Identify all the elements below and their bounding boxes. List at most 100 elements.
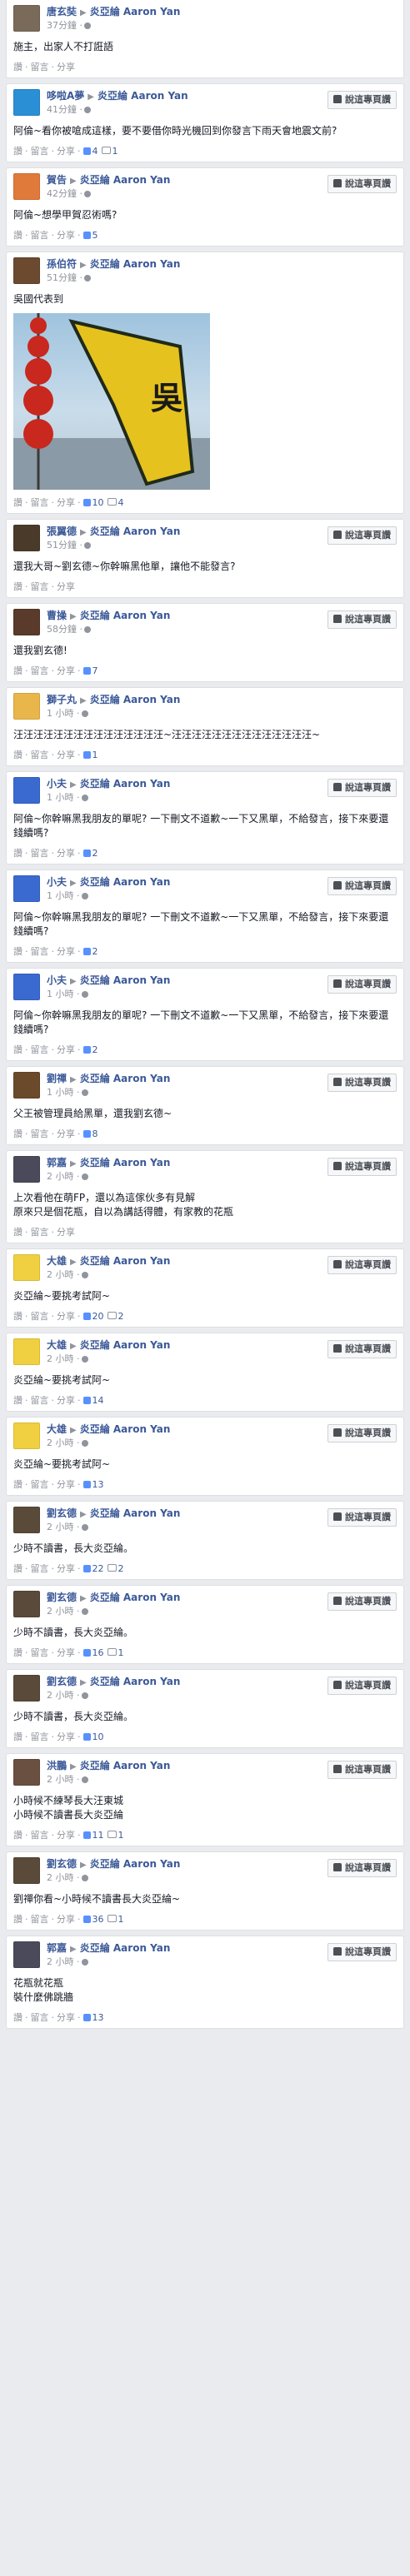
post-author[interactable]: 劉玄德	[47, 1592, 77, 1603]
share-link[interactable]: 分享	[57, 1563, 75, 1574]
avatar[interactable]	[13, 777, 40, 804]
share-link[interactable]: 分享	[57, 1731, 75, 1742]
post-target-page[interactable]: 炎亞綸 Aaron Yan	[80, 1760, 171, 1771]
avatar[interactable]	[13, 525, 40, 551]
comment-link[interactable]: 留言	[31, 946, 49, 957]
post-stats[interactable]: · 16 1	[75, 1647, 124, 1658]
post-author[interactable]: 獅子丸	[47, 694, 77, 705]
post-timestamp[interactable]: 2 小時	[47, 1774, 74, 1785]
like-link[interactable]: 讚	[13, 1395, 22, 1406]
post-target-page[interactable]: 炎亞綸 Aaron Yan	[80, 778, 171, 790]
post-timestamp[interactable]: 2 小時	[47, 1171, 74, 1182]
avatar[interactable]	[13, 1072, 40, 1099]
post-timestamp[interactable]: 2 小時	[47, 1956, 74, 1967]
post-author[interactable]: 劉禪	[47, 1073, 67, 1084]
share-link[interactable]: 分享	[57, 750, 75, 760]
comment-link[interactable]: 留言	[31, 1479, 49, 1490]
comment-link[interactable]: 留言	[31, 1395, 49, 1406]
share-link[interactable]: 分享	[57, 62, 75, 72]
post-author[interactable]: 唐玄奘	[47, 6, 77, 17]
post-target-page[interactable]: 炎亞綸 Aaron Yan	[90, 6, 181, 17]
post-timestamp[interactable]: 37分鐘	[47, 20, 77, 31]
post-timestamp[interactable]: 51分鐘	[47, 272, 77, 283]
post-author[interactable]: 小夫	[47, 778, 67, 790]
share-link[interactable]: 分享	[57, 1647, 75, 1658]
post-author[interactable]: 大雄	[47, 1423, 67, 1435]
post-stats[interactable]: · 36 1	[75, 1914, 124, 1925]
post-target-page[interactable]: 炎亞綸 Aaron Yan	[90, 1507, 181, 1519]
like-link[interactable]: 讚	[13, 1227, 22, 1238]
avatar[interactable]	[13, 974, 40, 1000]
post-stats[interactable]: · 10	[75, 1731, 104, 1742]
like-link[interactable]: 讚	[13, 2012, 22, 2023]
post-stats[interactable]: · 14	[75, 1395, 104, 1406]
post-stats[interactable]: · 22 2	[75, 1563, 124, 1574]
share-link[interactable]: 分享	[57, 146, 75, 157]
like-link[interactable]: 讚	[13, 1479, 22, 1490]
post-author[interactable]: 劉玄德	[47, 1507, 77, 1519]
post-target-page[interactable]: 炎亞綸 Aaron Yan	[90, 694, 181, 705]
post-target-page[interactable]: 炎亞綸 Aaron Yan	[80, 1423, 171, 1435]
avatar[interactable]	[13, 1941, 40, 1968]
page-like-button[interactable]: 說這專頁讚	[328, 610, 397, 629]
post-target-page[interactable]: 炎亞綸 Aaron Yan	[80, 1255, 171, 1267]
share-link[interactable]: 分享	[57, 230, 75, 241]
comment-link[interactable]: 留言	[31, 1563, 49, 1574]
page-like-button[interactable]: 說這專頁讚	[328, 526, 397, 545]
page-like-button[interactable]: 說這專頁讚	[328, 175, 397, 193]
post-timestamp[interactable]: 42分鐘	[47, 188, 77, 199]
post-stats[interactable]: · 20 2	[75, 1311, 124, 1322]
page-like-button[interactable]: 說這專頁讚	[328, 1256, 397, 1274]
page-like-button[interactable]: 說這專頁讚	[328, 1943, 397, 1961]
page-like-button[interactable]: 說這專頁讚	[328, 877, 397, 895]
post-timestamp[interactable]: 2 小時	[47, 1690, 74, 1701]
post-photo[interactable]: 吳	[13, 313, 210, 490]
post-author[interactable]: 劉玄德	[47, 1676, 77, 1687]
share-link[interactable]: 分享	[57, 1830, 75, 1841]
post-target-page[interactable]: 炎亞綸 Aaron Yan	[90, 1592, 181, 1603]
page-like-button[interactable]: 說這專頁讚	[328, 1074, 397, 1092]
share-link[interactable]: 分享	[57, 1129, 75, 1139]
post-author[interactable]: 洪鵬	[47, 1760, 67, 1771]
like-link[interactable]: 讚	[13, 1563, 22, 1574]
share-link[interactable]: 分享	[57, 848, 75, 859]
share-link[interactable]: 分享	[57, 1311, 75, 1322]
comment-link[interactable]: 留言	[31, 1311, 49, 1322]
post-timestamp[interactable]: 1 小時	[47, 708, 74, 719]
like-link[interactable]: 讚	[13, 1311, 22, 1322]
comment-link[interactable]: 留言	[31, 1129, 49, 1139]
post-timestamp[interactable]: 2 小時	[47, 1522, 74, 1532]
share-link[interactable]: 分享	[57, 1227, 75, 1238]
comment-link[interactable]: 留言	[31, 581, 49, 592]
comment-link[interactable]: 留言	[31, 230, 49, 241]
like-link[interactable]: 讚	[13, 1044, 22, 1055]
avatar[interactable]	[13, 1759, 40, 1786]
post-target-page[interactable]: 炎亞綸 Aaron Yan	[80, 974, 171, 986]
comment-link[interactable]: 留言	[31, 2012, 49, 2023]
comment-link[interactable]: 留言	[31, 1830, 49, 1841]
post-author[interactable]: 劉玄德	[47, 1858, 77, 1870]
like-link[interactable]: 讚	[13, 497, 22, 508]
share-link[interactable]: 分享	[57, 1479, 75, 1490]
like-link[interactable]: 讚	[13, 848, 22, 859]
comment-link[interactable]: 留言	[31, 1731, 49, 1742]
avatar[interactable]	[13, 1675, 40, 1702]
comment-link[interactable]: 留言	[31, 848, 49, 859]
post-stats[interactable]: · 11 1	[75, 1830, 124, 1841]
share-link[interactable]: 分享	[57, 946, 75, 957]
page-like-button[interactable]: 說這專頁讚	[328, 1592, 397, 1611]
post-target-page[interactable]: 炎亞綸 Aaron Yan	[90, 526, 181, 537]
comment-link[interactable]: 留言	[31, 665, 49, 676]
avatar[interactable]	[13, 1338, 40, 1365]
avatar[interactable]	[13, 1254, 40, 1281]
like-link[interactable]: 讚	[13, 665, 22, 676]
like-link[interactable]: 讚	[13, 1731, 22, 1742]
post-target-page[interactable]: 炎亞綸 Aaron Yan	[80, 1339, 171, 1351]
post-target-page[interactable]: 炎亞綸 Aaron Yan	[80, 876, 171, 888]
like-link[interactable]: 讚	[13, 581, 22, 592]
share-link[interactable]: 分享	[57, 497, 75, 508]
avatar[interactable]	[13, 89, 40, 116]
post-stats[interactable]: · 4 1	[75, 146, 118, 157]
post-timestamp[interactable]: 1 小時	[47, 792, 74, 803]
post-stats[interactable]: · 1	[75, 750, 98, 760]
